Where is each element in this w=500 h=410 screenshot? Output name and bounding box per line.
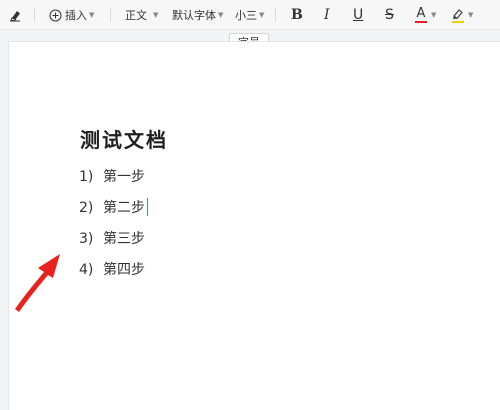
- red-arrow-annotation: [15, 254, 60, 312]
- arrow-shape: [15, 254, 60, 312]
